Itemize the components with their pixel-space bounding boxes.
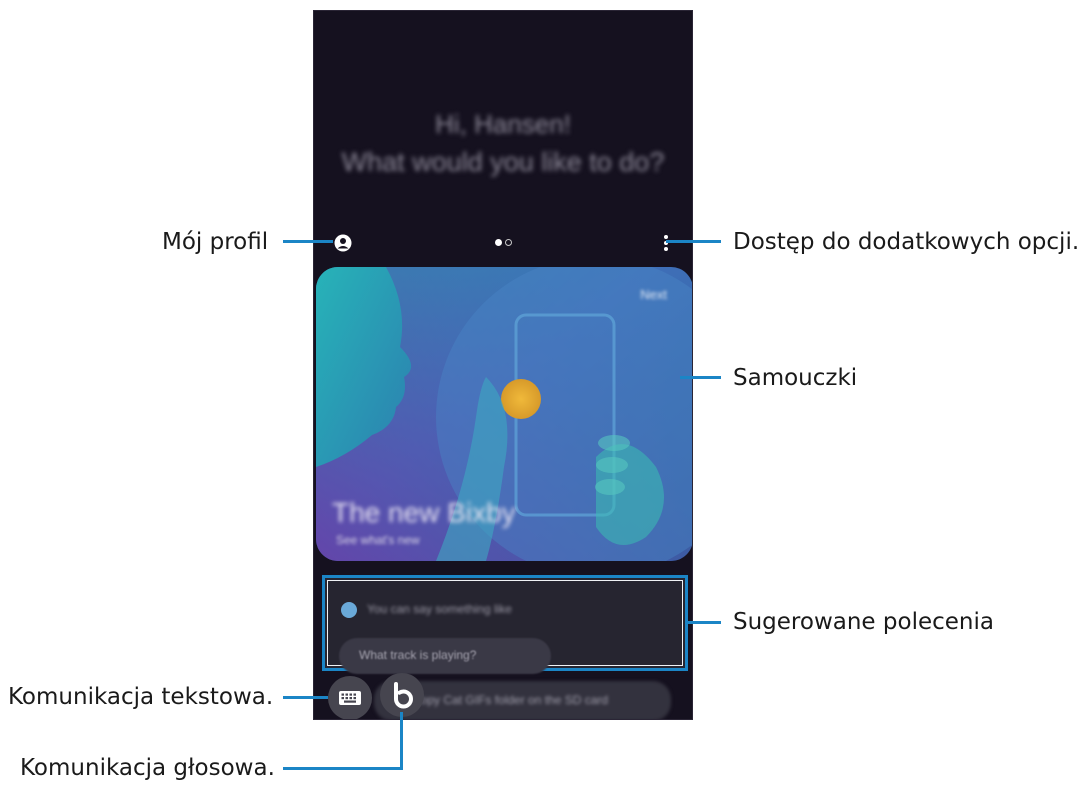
callout-profile: Mój profil [162, 229, 269, 255]
voice-button[interactable] [380, 673, 424, 717]
more-options-icon[interactable] [663, 234, 669, 252]
callout-text-input: Komunikacja tekstowa. [8, 684, 274, 710]
greeting-title: Hi, Hansen! [435, 109, 571, 139]
callout-line-tutorials [680, 376, 721, 379]
keyboard-icon [339, 691, 361, 705]
phone-screen: Hi, Hansen! What would you like to do? N… [313, 10, 693, 720]
callout-tutorials: Samouczki [733, 365, 858, 391]
callout-voice-input: Komunikacja głosowa. [20, 755, 275, 781]
suggestion-chip[interactable]: What track is playing? [339, 638, 551, 674]
callout-line-more-options [666, 240, 721, 243]
card-subtitle: See what's new [336, 533, 420, 547]
callout-line-profile [283, 240, 333, 243]
bixby-icon [394, 682, 413, 709]
greeting-question: What would you like to do? [341, 147, 665, 177]
card-title: The new Bixby [332, 497, 516, 528]
profile-icon[interactable] [334, 234, 352, 252]
callout-line-voice-horizontal [283, 767, 403, 770]
callout-line-voice-vertical [400, 712, 403, 770]
keyboard-button[interactable] [328, 676, 372, 719]
tutorial-card[interactable]: Next The new Bixby See what's new [316, 267, 692, 561]
card-next-label[interactable]: Next [640, 287, 667, 302]
callout-line-suggested [686, 621, 721, 624]
suggestions-heading: You can say something like [367, 602, 512, 616]
suggested-commands-panel: You can say something like What track is… [322, 575, 688, 674]
page-indicator [495, 239, 515, 247]
callout-more-options: Dostęp do dodatkowych opcji. [733, 229, 1080, 255]
callout-line-text-input [283, 696, 328, 699]
callout-suggested: Sugerowane polecenia [733, 609, 994, 635]
page-dot-active [495, 239, 502, 246]
page-dot-inactive [505, 239, 512, 246]
bixby-small-icon [341, 602, 357, 618]
